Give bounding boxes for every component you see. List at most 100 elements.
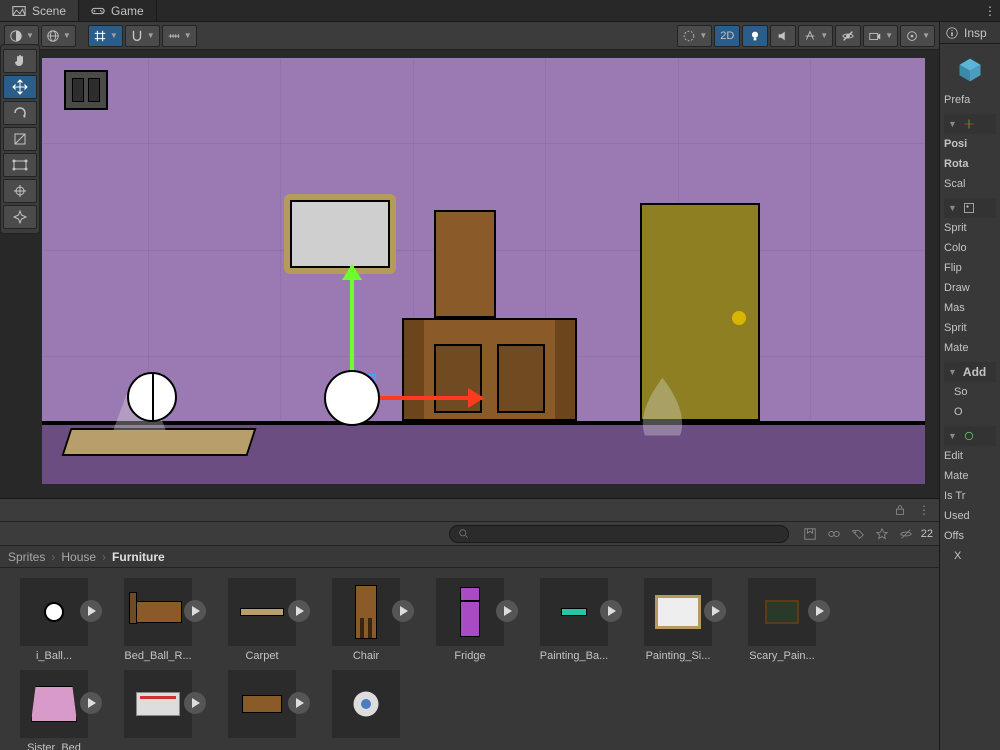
project-search[interactable] xyxy=(449,525,789,543)
position-row[interactable]: Posi xyxy=(944,134,996,154)
grid-icon xyxy=(93,29,107,43)
scene-selected-object[interactable] xyxy=(324,370,380,426)
color-row[interactable]: Colo xyxy=(944,238,996,258)
order-row[interactable]: O xyxy=(944,402,996,422)
play-icon[interactable] xyxy=(288,600,310,622)
project-search-input[interactable] xyxy=(473,528,780,540)
tab-inspector[interactable]: Insp xyxy=(940,22,1000,44)
sprite-icon xyxy=(963,202,975,214)
asset-item[interactable]: Sister_Bed xyxy=(6,670,102,750)
asset-item[interactable]: Scary_Pain... xyxy=(734,578,830,662)
scene-lighting-button[interactable] xyxy=(742,25,768,47)
scene-object-dresser[interactable] xyxy=(402,318,577,421)
offset-x-row[interactable]: X xyxy=(944,546,996,566)
ruler-icon xyxy=(167,29,181,43)
snap-settings-button[interactable]: ▼ xyxy=(125,25,160,47)
scene-camera-button[interactable]: ▼ xyxy=(863,25,898,47)
sprite-renderer-header[interactable]: ▼ xyxy=(944,198,996,218)
foldout-icon: ▼ xyxy=(948,431,957,441)
play-icon[interactable] xyxy=(184,600,206,622)
project-save-search-icon[interactable] xyxy=(801,525,819,543)
play-icon[interactable] xyxy=(80,600,102,622)
breadcrumb-item[interactable]: Sprites xyxy=(8,550,45,564)
asset-item[interactable]: Carpet xyxy=(214,578,310,662)
play-icon[interactable] xyxy=(600,600,622,622)
asset-item[interactable]: Fridge xyxy=(422,578,518,662)
move-tool-button[interactable] xyxy=(3,75,37,99)
circle-collider-header[interactable]: ▼ xyxy=(944,426,996,446)
project-hidden-toggle[interactable] xyxy=(897,525,915,543)
view-tool-button[interactable] xyxy=(3,49,37,73)
play-icon[interactable] xyxy=(704,600,726,622)
prefab-row: Prefa xyxy=(944,90,996,110)
used-row[interactable]: Used xyxy=(944,506,996,526)
project-menu-icon[interactable]: ⋮ xyxy=(915,501,933,519)
foldout-icon: ▼ xyxy=(948,367,957,377)
scene-object-ball[interactable] xyxy=(127,372,177,422)
asset-item[interactable]: Painting_Si... xyxy=(630,578,726,662)
sprite2-row[interactable]: Sprit xyxy=(944,318,996,338)
sort-row[interactable]: So xyxy=(944,382,996,402)
mask-row[interactable]: Mas xyxy=(944,298,996,318)
play-icon[interactable] xyxy=(184,692,206,714)
offset-row[interactable]: Offs xyxy=(944,526,996,546)
asset-item[interactable] xyxy=(214,670,310,750)
tab-game-label: Game xyxy=(111,4,144,18)
scene-audio-button[interactable] xyxy=(770,25,796,47)
asset-item[interactable] xyxy=(110,670,206,750)
play-icon[interactable] xyxy=(496,600,518,622)
asset-item[interactable] xyxy=(318,670,414,750)
scene-object-painting[interactable] xyxy=(284,194,396,274)
grid-snap-button[interactable]: ▼ xyxy=(88,25,123,47)
scene-light-gizmo[interactable] xyxy=(625,369,700,439)
rect-tool-button[interactable] xyxy=(3,153,37,177)
asset-item[interactable]: Painting_Ba... xyxy=(526,578,622,662)
flip-row[interactable]: Flip xyxy=(944,258,996,278)
render-mode-button[interactable]: ▼ xyxy=(41,25,76,47)
gizmos-button[interactable]: ▼ xyxy=(900,25,935,47)
circle-collider-icon xyxy=(963,430,975,442)
draw-mode-button[interactable]: ▼ xyxy=(677,25,712,47)
istrigger-row[interactable]: Is Tr xyxy=(944,486,996,506)
rotation-row[interactable]: Rota xyxy=(944,154,996,174)
project-filter-label-icon[interactable] xyxy=(849,525,867,543)
sprite-row[interactable]: Sprit xyxy=(944,218,996,238)
rotate-tool-button[interactable] xyxy=(3,101,37,125)
project-filter-type-icon[interactable] xyxy=(825,525,843,543)
custom-tool-button[interactable] xyxy=(3,205,37,229)
2d-mode-button[interactable]: 2D xyxy=(714,25,740,47)
tab-game[interactable]: Game xyxy=(79,0,157,21)
tab-overflow-menu[interactable]: ⋮ xyxy=(980,0,1000,21)
increment-snap-button[interactable]: ▼ xyxy=(162,25,197,47)
tab-scene[interactable]: Scene xyxy=(0,0,79,21)
project-favorite-icon[interactable] xyxy=(873,525,891,543)
scene-viewport[interactable] xyxy=(0,50,939,498)
play-icon[interactable] xyxy=(288,692,310,714)
scale-row[interactable]: Scal xyxy=(944,174,996,194)
breadcrumb-current: Furniture xyxy=(112,550,165,564)
asset-item[interactable]: Chair xyxy=(318,578,414,662)
additional-header[interactable]: ▼ Add xyxy=(944,362,996,382)
collider-mat-row[interactable]: Mate xyxy=(944,466,996,486)
play-icon[interactable] xyxy=(392,600,414,622)
draw-row[interactable]: Draw xyxy=(944,278,996,298)
scene-visibility-button[interactable] xyxy=(835,25,861,47)
scene-effects-button[interactable]: ▼ xyxy=(798,25,833,47)
material-row[interactable]: Mate xyxy=(944,338,996,358)
edit-collider-row[interactable]: Edit xyxy=(944,446,996,466)
scene-object-chair[interactable] xyxy=(434,210,496,318)
scale-tool-button[interactable] xyxy=(3,127,37,151)
breadcrumb-item[interactable]: House xyxy=(61,550,96,564)
scene-object-switch[interactable] xyxy=(64,70,108,110)
project-lock-icon[interactable] xyxy=(891,501,909,519)
play-icon[interactable] xyxy=(808,600,830,622)
play-icon[interactable] xyxy=(80,692,102,714)
eye-off-icon xyxy=(841,29,855,43)
asset-item[interactable]: i_Ball... xyxy=(6,578,102,662)
transform-tool-button[interactable] xyxy=(3,179,37,203)
transform-header[interactable]: ▼ xyxy=(944,114,996,134)
asset-item[interactable]: Bed_Ball_R... xyxy=(110,578,206,662)
gamepad-icon xyxy=(91,4,105,18)
asset-label: Scary_Pain... xyxy=(734,650,830,662)
camera-icon xyxy=(868,29,882,43)
